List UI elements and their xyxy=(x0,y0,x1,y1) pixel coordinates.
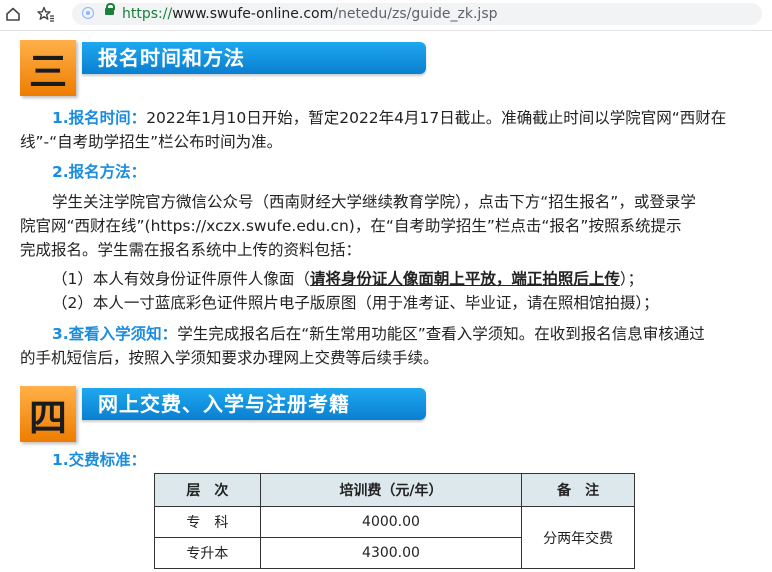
reg-method-text-3: 完成报名。学生需在报名系统中上传的资料包括： xyxy=(20,241,362,259)
reg-time-line-1: 1.报名时间：2022年1月10日开始，暂定2022年4月17日截止。准确截止时… xyxy=(52,107,726,129)
reg-time-label: 1.报名时间： xyxy=(52,109,147,127)
bookmark-star-icon[interactable] xyxy=(36,4,56,24)
url-protocol: https:// xyxy=(122,6,173,22)
section4-title-bar: 网上交费、入学与注册考籍 xyxy=(82,388,426,420)
lock-icon xyxy=(105,3,115,15)
table-row: 专 科 4000.00 分两年交费 xyxy=(154,506,635,569)
material-item-1-pre: （1）本人有效身份证件原件人像面（ xyxy=(52,270,310,288)
section4-number-badge: 四 xyxy=(20,386,76,442)
material-item-2: （2）本人一寸蓝底彩色证件照片电子版原图（用于准考证、毕业证，请在照相馆拍摄）； xyxy=(52,294,659,312)
reg-time-text-1: 2022年1月10日开始，暂定2022年4月17日截止。准确截止时间以学院官网“… xyxy=(146,109,727,127)
fee-cell: 4300.00 xyxy=(259,537,523,569)
admission-notice-text-1: 学生完成报名后在“新生常用功能区”查看入学须知。在收到报名信息审核通过 xyxy=(177,325,705,343)
section4-title: 网上交费、入学与注册考籍 xyxy=(98,392,350,416)
level-cell: 专 科 xyxy=(154,506,261,538)
material-item-1: （1）本人有效身份证件原件人像面（请将身份证人像面朝上平放，端正拍照后上传）； xyxy=(52,268,643,290)
reg-method-label: 2.报名方法： xyxy=(52,161,146,183)
admission-notice-label: 3.查看入学须知： xyxy=(52,325,178,343)
header-fee: 培训费（元/年） xyxy=(259,473,523,507)
note-cell: 分两年交费 xyxy=(521,506,635,569)
section3-number: 三 xyxy=(28,48,67,94)
section3-title: 报名时间和方法 xyxy=(98,46,245,70)
reg-method-label-text: 2.报名方法： xyxy=(52,163,147,181)
url-text[interactable]: https://www.swufe-online.com/netedu/zs/g… xyxy=(122,5,498,23)
reg-time-text-2: 线”-“自考助学招生”栏公布时间为准。 xyxy=(20,133,283,151)
site-info-icon[interactable] xyxy=(82,7,94,19)
fee-standard-label-text: 1.交费标准： xyxy=(52,451,147,469)
fee-cell: 4000.00 xyxy=(259,506,523,538)
header-note: 备 注 xyxy=(521,473,635,507)
section3-title-bar: 报名时间和方法 xyxy=(82,42,426,74)
fee-standard-label: 1.交费标准： xyxy=(52,449,146,471)
fee-table: 层 次 培训费（元/年） 备 注 专 科 4000.00 分两年交费 专升本 4… xyxy=(154,473,635,569)
address-bar[interactable]: https://www.swufe-online.com/netedu/zs/g… xyxy=(72,3,762,25)
section3-number-badge: 三 xyxy=(20,40,76,96)
admission-notice-text-2: 的手机短信后，按照入学须知要求办理网上交费等后续手续。 xyxy=(20,349,439,367)
header-level: 层 次 xyxy=(154,473,261,507)
reg-method-text-1: 学生关注学院官方微信公众号（西南财经大学继续教育学院），点击下方“招生报名”，或… xyxy=(52,193,696,211)
url-path: /netedu/zs/guide_zk.jsp xyxy=(333,6,498,22)
material-item-1-emphasis: 请将身份证人像面朝上平放，端正拍照后上传 xyxy=(309,270,620,288)
level-cell: 专升本 xyxy=(154,537,261,569)
browser-toolbar: https://www.swufe-online.com/netedu/zs/g… xyxy=(0,0,772,31)
reg-method-text-2: 院官网“西财在线”(https://xczx.swufe.edu.cn)，在“自… xyxy=(20,217,682,235)
url-host: www.swufe-online.com xyxy=(172,6,334,22)
home-icon[interactable] xyxy=(3,4,23,24)
material-item-1-post: ）； xyxy=(619,270,644,288)
admission-notice-line-1: 3.查看入学须知：学生完成报名后在“新生常用功能区”查看入学须知。在收到报名信息… xyxy=(52,323,705,345)
fee-table-header-row: 层 次 培训费（元/年） 备 注 xyxy=(154,473,635,507)
section4-number: 四 xyxy=(28,394,67,440)
